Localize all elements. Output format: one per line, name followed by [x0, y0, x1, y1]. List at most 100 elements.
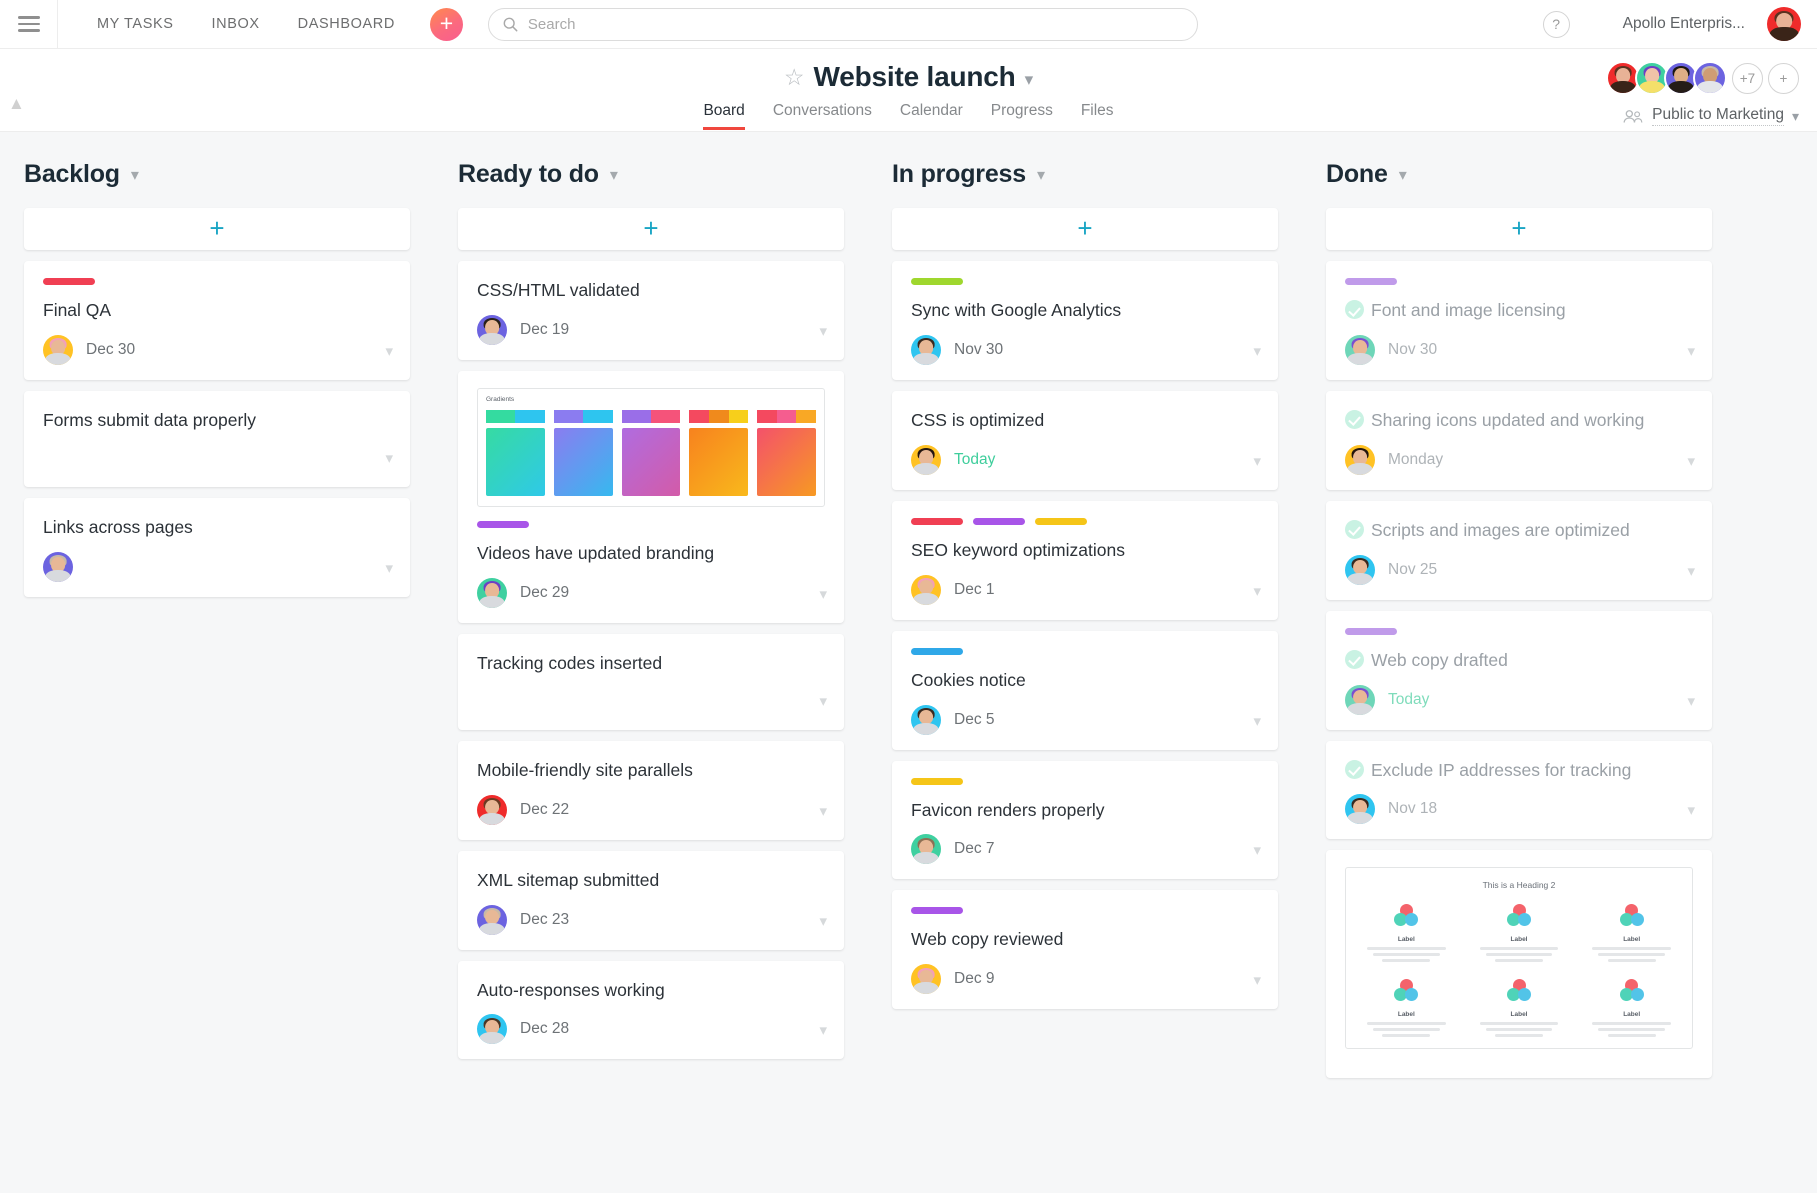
add-task-button[interactable]: + [1326, 208, 1712, 250]
task-expand-chevron-down-icon[interactable]: ▾ [385, 559, 393, 577]
task-assignee-avatar[interactable] [1345, 555, 1375, 585]
task-complete-check-icon[interactable] [1345, 300, 1364, 319]
task-assignee-avatar[interactable] [477, 1014, 507, 1044]
task-card[interactable]: SEO keyword optimizationsDec 1▾ [892, 501, 1278, 620]
task-complete-check-icon[interactable] [1345, 410, 1364, 429]
task-due-date[interactable]: Dec 5 [954, 711, 995, 729]
task-expand-chevron-down-icon[interactable]: ▾ [819, 802, 827, 820]
project-menu-chevron-down-icon[interactable]: ▾ [1025, 70, 1034, 90]
nav-my-tasks[interactable]: MY TASKS [78, 16, 193, 32]
task-assignee-avatar[interactable] [911, 964, 941, 994]
task-card[interactable]: Cookies noticeDec 5▾ [892, 631, 1278, 750]
project-privacy-selector[interactable]: Public to Marketing ▾ [1622, 106, 1799, 126]
task-expand-chevron-down-icon[interactable]: ▾ [385, 342, 393, 360]
task-due-date[interactable]: Dec 7 [954, 840, 995, 858]
task-card[interactable]: Links across pages▾ [24, 498, 410, 597]
add-member-button[interactable]: + [1768, 63, 1799, 94]
task-due-date[interactable]: Today [954, 451, 995, 469]
member-overflow-badge[interactable]: +7 [1732, 63, 1763, 94]
tab-progress[interactable]: Progress [991, 102, 1053, 130]
task-tag[interactable] [911, 907, 963, 914]
task-assignee-avatar[interactable] [1345, 685, 1375, 715]
task-tag[interactable] [1345, 278, 1397, 285]
column-menu-chevron-down-icon[interactable]: ▾ [1399, 165, 1407, 185]
quick-add-button[interactable]: + [430, 8, 463, 41]
task-assignee-avatar[interactable] [43, 552, 73, 582]
attachment-preview-gradients[interactable]: Gradients [477, 388, 825, 507]
task-assignee-avatar[interactable] [1345, 335, 1375, 365]
collapse-sidebar-icon[interactable]: ▲​ [8, 95, 25, 112]
search-input[interactable] [528, 16, 1183, 33]
favorite-star-icon[interactable]: ☆ [784, 66, 805, 89]
task-card[interactable]: Favicon renders properlyDec 7▾ [892, 761, 1278, 880]
add-task-button[interactable]: + [892, 208, 1278, 250]
task-expand-chevron-down-icon[interactable]: ▾ [819, 692, 827, 710]
task-expand-chevron-down-icon[interactable]: ▾ [385, 449, 393, 467]
task-complete-check-icon[interactable] [1345, 760, 1364, 779]
task-expand-chevron-down-icon[interactable]: ▾ [1253, 582, 1261, 600]
task-card[interactable]: Sharing icons updated and workingMonday▾ [1326, 391, 1712, 490]
task-card[interactable]: GradientsVideos have updated brandingDec… [458, 371, 844, 623]
add-task-button[interactable]: + [24, 208, 410, 250]
task-tag[interactable] [43, 278, 95, 285]
task-assignee-avatar[interactable] [477, 905, 507, 935]
task-card[interactable]: XML sitemap submittedDec 23▾ [458, 851, 844, 950]
task-due-date[interactable]: Dec 19 [520, 321, 569, 339]
add-task-button[interactable]: + [458, 208, 844, 250]
task-card[interactable]: Auto-responses workingDec 28▾ [458, 961, 844, 1060]
task-card[interactable]: Sync with Google AnalyticsNov 30▾ [892, 261, 1278, 380]
task-card[interactable]: CSS/HTML validatedDec 19▾ [458, 261, 844, 360]
task-complete-check-icon[interactable] [1345, 520, 1364, 539]
task-expand-chevron-down-icon[interactable]: ▾ [819, 1021, 827, 1039]
task-assignee-avatar[interactable] [477, 315, 507, 345]
task-card[interactable]: Font and image licensingNov 30▾ [1326, 261, 1712, 380]
task-tag[interactable] [911, 648, 963, 655]
task-expand-chevron-down-icon[interactable]: ▾ [819, 585, 827, 603]
task-due-date[interactable]: Dec 30 [86, 341, 135, 359]
help-icon[interactable]: ? [1543, 11, 1570, 38]
task-assignee-avatar[interactable] [477, 578, 507, 608]
task-due-date[interactable]: Nov 18 [1388, 800, 1437, 818]
column-menu-chevron-down-icon[interactable]: ▾ [610, 165, 618, 185]
task-card[interactable]: Exclude IP addresses for trackingNov 18▾ [1326, 741, 1712, 840]
task-assignee-avatar[interactable] [911, 705, 941, 735]
task-complete-check-icon[interactable] [1345, 650, 1364, 669]
task-expand-chevron-down-icon[interactable]: ▾ [1687, 562, 1695, 580]
task-tag[interactable] [911, 518, 963, 525]
task-assignee-avatar[interactable] [1345, 445, 1375, 475]
column-menu-chevron-down-icon[interactable]: ▾ [131, 165, 139, 185]
task-expand-chevron-down-icon[interactable]: ▾ [1687, 452, 1695, 470]
member-avatar[interactable] [1693, 61, 1727, 95]
task-expand-chevron-down-icon[interactable]: ▾ [1253, 841, 1261, 859]
task-expand-chevron-down-icon[interactable]: ▾ [1687, 692, 1695, 710]
task-card[interactable]: Forms submit data properly▾ [24, 391, 410, 487]
task-expand-chevron-down-icon[interactable]: ▾ [819, 322, 827, 340]
task-tag[interactable] [911, 778, 963, 785]
task-expand-chevron-down-icon[interactable]: ▾ [1253, 971, 1261, 989]
task-card[interactable]: Tracking codes inserted▾ [458, 634, 844, 730]
task-tag[interactable] [1035, 518, 1087, 525]
nav-inbox[interactable]: INBOX [193, 16, 279, 32]
task-due-date[interactable]: Dec 22 [520, 801, 569, 819]
hamburger-menu-icon[interactable] [0, 0, 58, 48]
task-card[interactable]: Final QADec 30▾ [24, 261, 410, 380]
column-menu-chevron-down-icon[interactable]: ▾ [1037, 165, 1045, 185]
task-card[interactable]: CSS is optimizedToday▾ [892, 391, 1278, 490]
tab-board[interactable]: Board [703, 102, 744, 130]
task-assignee-avatar[interactable] [911, 834, 941, 864]
task-due-date[interactable]: Nov 30 [954, 341, 1003, 359]
organization-name[interactable]: Apollo Enterpris... [1623, 15, 1745, 33]
task-card[interactable]: This is a Heading 2LabelLabelLabelLabelL… [1326, 850, 1712, 1078]
task-card[interactable]: Mobile-friendly site parallelsDec 22▾ [458, 741, 844, 840]
task-card[interactable]: Web copy reviewedDec 9▾ [892, 890, 1278, 1009]
task-assignee-avatar[interactable] [477, 795, 507, 825]
task-expand-chevron-down-icon[interactable]: ▾ [1253, 452, 1261, 470]
user-avatar[interactable] [1767, 7, 1801, 41]
task-assignee-avatar[interactable] [43, 335, 73, 365]
task-expand-chevron-down-icon[interactable]: ▾ [819, 912, 827, 930]
task-tag[interactable] [911, 278, 963, 285]
task-expand-chevron-down-icon[interactable]: ▾ [1687, 342, 1695, 360]
attachment-preview-document[interactable]: This is a Heading 2LabelLabelLabelLabelL… [1345, 867, 1693, 1049]
task-due-date[interactable]: Dec 9 [954, 970, 995, 988]
task-assignee-avatar[interactable] [911, 335, 941, 365]
